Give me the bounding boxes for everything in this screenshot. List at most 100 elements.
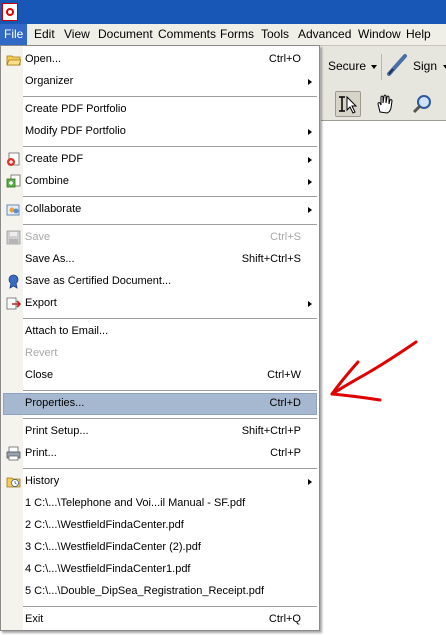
menu-item-label: Modify PDF Portfolio <box>25 125 126 137</box>
menu-forms[interactable]: Forms <box>216 24 258 45</box>
export-icon <box>6 297 21 310</box>
submenu-arrow-icon <box>308 301 312 307</box>
menu-item-label: Properties... <box>25 397 85 409</box>
menu-item-shortcut: Ctrl+D <box>269 397 301 409</box>
menu-item-label: 1 C:\...\Telephone and Voi...il Manual -… <box>25 497 246 509</box>
menu-tools[interactable]: Tools <box>257 24 293 45</box>
menu-item-label: Close <box>25 369 54 381</box>
menu-item-save: Save Ctrl+S <box>3 227 317 249</box>
file-menu: Open... Ctrl+O Organizer Create PDF Port… <box>0 45 320 631</box>
menu-advanced[interactable]: Advanced <box>294 24 355 45</box>
secure-button[interactable]: Secure <box>325 56 379 76</box>
menu-item-recent-file-4[interactable]: 4 C:\...\WestfieldFindaCenter1.pdf <box>3 559 317 581</box>
menu-file[interactable]: File <box>0 24 28 45</box>
menu-comments[interactable]: Comments <box>154 24 220 45</box>
menu-separator <box>23 468 317 469</box>
menu-item-export[interactable]: Export <box>3 293 317 315</box>
menu-item-label: Exit <box>25 613 44 625</box>
menu-item-recent-file-5[interactable]: 5 C:\...\Double_DipSea_Registration_Rece… <box>3 581 317 603</box>
menu-item-label: Print Setup... <box>25 425 89 437</box>
toolbar-divider <box>381 54 382 80</box>
menu-separator <box>23 96 317 97</box>
menu-item-label: Export <box>25 297 57 309</box>
menu-document[interactable]: Document <box>94 24 157 45</box>
menu-item-combine[interactable]: Combine <box>3 171 317 193</box>
menu-item-label: Save as Certified Document... <box>25 275 172 287</box>
menu-item-save-certified[interactable]: Save as Certified Document... <box>3 271 317 293</box>
sign-button[interactable]: Sign <box>385 50 446 80</box>
menu-item-modify-pdf-portfolio[interactable]: Modify PDF Portfolio <box>3 121 317 143</box>
menu-separator <box>23 606 317 607</box>
menu-item-label: 5 C:\...\Double_DipSea_Registration_Rece… <box>25 585 265 597</box>
submenu-arrow-icon <box>308 179 312 185</box>
menu-item-label: Organizer <box>25 75 74 87</box>
menu-item-label: Save As... <box>25 253 75 265</box>
menu-item-recent-file-2[interactable]: 2 C:\...\WestfieldFindaCenter.pdf <box>3 515 317 537</box>
menu-edit[interactable]: Edit <box>30 24 59 45</box>
menu-item-create-pdf-portfolio[interactable]: Create PDF Portfolio <box>3 99 317 121</box>
menu-item-open[interactable]: Open... Ctrl+O <box>3 49 317 71</box>
menu-item-label: Collaborate <box>25 203 82 215</box>
hand-tool-icon[interactable] <box>373 92 397 116</box>
menu-bar: File Edit View Document Comments Forms T… <box>0 24 446 46</box>
combine-icon <box>6 174 21 188</box>
menu-separator <box>23 318 317 319</box>
sign-label: Sign <box>413 59 438 73</box>
submenu-arrow-icon <box>308 129 312 135</box>
menu-help[interactable]: Help <box>402 24 435 45</box>
title-bar <box>0 0 446 24</box>
menu-view[interactable]: View <box>60 24 94 45</box>
menu-item-label: Create PDF Portfolio <box>25 103 127 115</box>
text-select-cursor-icon <box>339 95 358 114</box>
menu-item-print[interactable]: Print... Ctrl+P <box>3 443 317 465</box>
menu-item-exit[interactable]: Exit Ctrl+Q <box>3 609 317 631</box>
menu-item-create-pdf[interactable]: Create PDF <box>3 149 317 171</box>
menu-item-history[interactable]: History <box>3 471 317 493</box>
menu-item-organizer[interactable]: Organizer <box>3 71 317 93</box>
submenu-arrow-icon <box>308 207 312 213</box>
menu-item-attach-to-email[interactable]: Attach to Email... <box>3 321 317 343</box>
menu-window[interactable]: Window <box>354 24 405 45</box>
submenu-arrow-icon <box>308 79 312 85</box>
menu-item-label: 3 C:\...\WestfieldFindaCenter (2).pdf <box>25 541 201 553</box>
acrobat-app-icon[interactable] <box>2 3 18 21</box>
chevron-down-icon <box>371 65 377 69</box>
menu-item-print-setup[interactable]: Print Setup... Shift+Ctrl+P <box>3 421 317 443</box>
menu-separator <box>23 390 317 391</box>
menu-item-shortcut: Ctrl+S <box>270 231 301 243</box>
submenu-arrow-icon <box>308 157 312 163</box>
menu-item-label: History <box>25 475 60 487</box>
menu-item-shortcut: Ctrl+O <box>268 53 301 65</box>
menu-separator <box>23 196 317 197</box>
menu-item-recent-file-1[interactable]: 1 C:\...\Telephone and Voi...il Manual -… <box>3 493 317 515</box>
menu-item-label: Open... <box>25 53 62 65</box>
menu-item-label: 2 C:\...\WestfieldFindaCenter.pdf <box>25 519 184 531</box>
menu-item-shortcut: Shift+Ctrl+P <box>241 425 301 437</box>
menu-separator <box>23 224 317 225</box>
menu-item-label: Revert <box>25 347 58 359</box>
menu-item-save-as[interactable]: Save As... Shift+Ctrl+S <box>3 249 317 271</box>
task-toolbar: Secure Sign <box>321 46 446 89</box>
menu-item-shortcut: Ctrl+W <box>267 369 301 381</box>
menu-item-close[interactable]: Close Ctrl+W <box>3 365 317 387</box>
menu-item-label: Attach to Email... <box>25 325 109 337</box>
menu-item-recent-file-3[interactable]: 3 C:\...\WestfieldFindaCenter (2).pdf <box>3 537 317 559</box>
menu-separator <box>23 146 317 147</box>
menu-item-label: 4 C:\...\WestfieldFindaCenter1.pdf <box>25 563 191 575</box>
menu-item-collaborate[interactable]: Collaborate <box>3 199 317 221</box>
select-tool-button[interactable] <box>335 91 361 117</box>
collaborate-icon <box>6 204 20 216</box>
zoom-tool-icon[interactable] <box>411 92 435 116</box>
certified-ribbon-icon <box>8 274 19 289</box>
history-icon <box>6 477 21 488</box>
menu-item-label: Combine <box>25 175 70 187</box>
submenu-arrow-icon <box>308 479 312 485</box>
menu-separator <box>23 418 317 419</box>
open-folder-icon <box>6 55 21 66</box>
menu-item-properties[interactable]: Properties... Ctrl+D <box>3 393 317 415</box>
save-icon <box>6 230 21 245</box>
printer-icon <box>6 446 21 461</box>
menu-item-shortcut: Ctrl+P <box>270 447 301 459</box>
menu-item-shortcut: Ctrl+Q <box>268 613 301 625</box>
menu-item-revert: Revert <box>3 343 317 365</box>
